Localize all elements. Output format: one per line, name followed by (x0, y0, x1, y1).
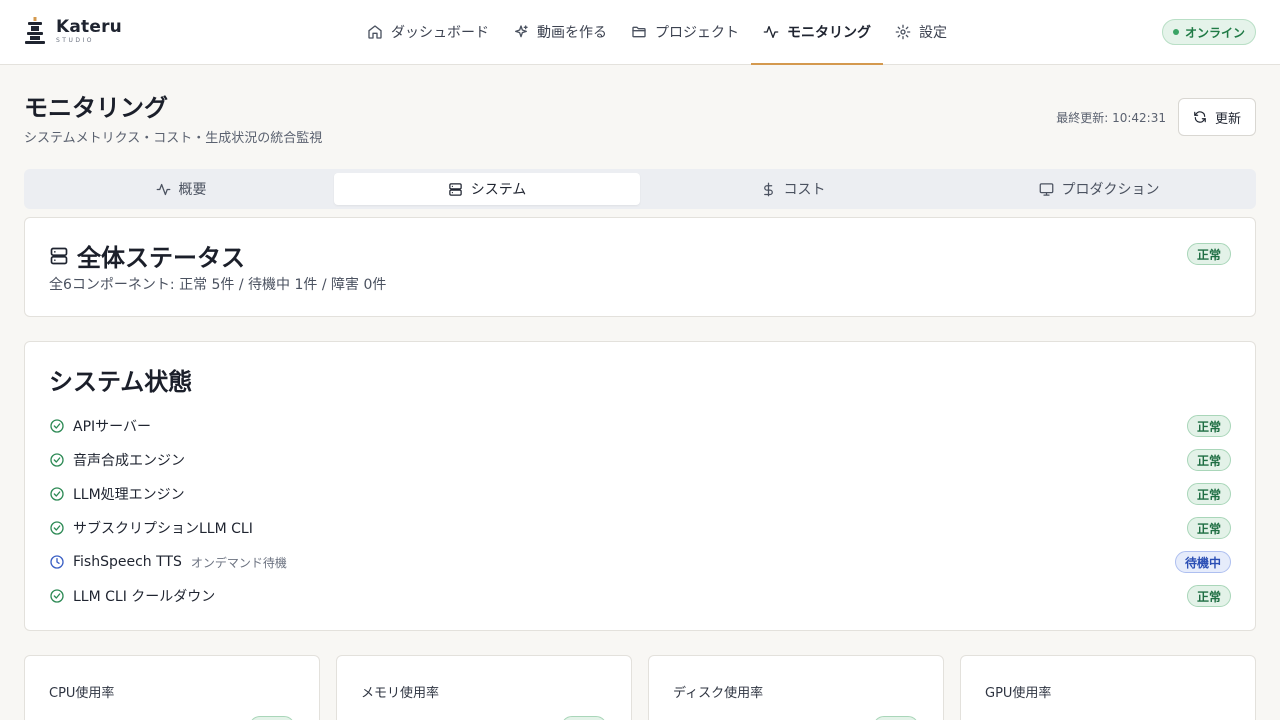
metric-label: ディスク使用率 (673, 686, 764, 701)
status-badge: 待機中 (1174, 551, 1231, 573)
tab-label: コスト (783, 182, 826, 198)
status-badge: 正常 (1186, 449, 1231, 471)
component-name: サブスクリプションLLM CLI (73, 521, 253, 537)
tab-label: プロダクション (1061, 182, 1160, 198)
overall-status-title-text: 全体ステータス (77, 244, 245, 272)
online-status-badge: オンライン (1161, 19, 1256, 45)
activity-icon (763, 26, 779, 38)
monitoring-tabs: 概要 システム コスト プロダクション (24, 169, 1256, 209)
list-item: APIサーバー 正常 (49, 409, 1231, 443)
brand-logo-icon (25, 17, 45, 44)
component-list: APIサーバー 正常 音声合成エンジン 正常 LLM処理エンジン 正常 サブスク… (49, 409, 1231, 613)
online-dot-icon (1172, 29, 1179, 35)
status-badge: 正常 (1186, 243, 1231, 265)
component-name: LLM処理エンジン (73, 487, 185, 503)
server-icon (50, 247, 68, 264)
metric-card-gpu: GPU使用率 (960, 655, 1256, 720)
home-icon (368, 25, 382, 39)
brand-name: Kateru (56, 16, 122, 37)
sparkles-icon (515, 25, 528, 38)
list-item: LLM CLI クールダウン 正常 (49, 579, 1231, 613)
nav-item-label: プロジェクト (655, 25, 739, 41)
status-badge: 正常 (1186, 585, 1231, 607)
nav-item-label: ダッシュボード (391, 25, 489, 41)
status-badge: 正常 (1186, 517, 1231, 539)
page-title: モニタリング (24, 94, 168, 122)
main-nav: ダッシュボード 動画を作る プロジェクト モニタリング 設定 (355, 0, 959, 65)
monitor-icon (1039, 182, 1053, 196)
component-note: オンデマンド待機 (190, 555, 287, 570)
refresh-button-label: 更新 (1214, 111, 1241, 127)
nav-item-label: モニタリング (787, 25, 871, 41)
nav-item-create-video[interactable]: 動画を作る (501, 0, 619, 64)
overall-status-card: 全体ステータス 全6コンポーネント: 正常 5件 / 待機中 1件 / 障害 0… (24, 217, 1256, 317)
refresh-icon (1194, 111, 1206, 123)
server-icon (448, 182, 462, 196)
system-state-card: システム状態 APIサーバー 正常 音声合成エンジン 正常 LLM処理エンジン … (24, 341, 1256, 631)
metric-card-memory: メモリ使用率 (336, 655, 632, 720)
component-name: APIサーバー (73, 419, 152, 435)
nav-item-label: 動画を作る (537, 25, 607, 41)
check-circle-icon (50, 521, 64, 535)
tab-system[interactable]: システム (334, 173, 640, 205)
top-bar: Kateru STUDIO ダッシュボード 動画を作る プロジェクト モニタリン… (0, 0, 1280, 65)
last-updated-timestamp: 最終更新: 10:42:31 (1056, 111, 1166, 125)
page-subtitle: システムメトリクス・コスト・生成状況の統合監視 (24, 131, 323, 146)
tab-overview[interactable]: 概要 (28, 173, 334, 205)
gear-icon (895, 24, 911, 40)
check-circle-icon (50, 487, 64, 501)
tab-label: システム (470, 182, 527, 198)
metric-label: CPU使用率 (49, 686, 115, 701)
check-circle-icon (50, 453, 64, 467)
list-item: 音声合成エンジン 正常 (49, 443, 1231, 477)
list-item: LLM処理エンジン 正常 (49, 477, 1231, 511)
status-badge: 正常 (1186, 415, 1231, 437)
tab-cost[interactable]: コスト (640, 173, 946, 205)
component-name: LLM CLI クールダウン (73, 589, 216, 605)
nav-item-dashboard[interactable]: ダッシュボード (355, 0, 501, 64)
metric-status-badge (561, 716, 607, 720)
system-state-title: システム状態 (49, 368, 193, 396)
component-name: 音声合成エンジン (73, 453, 185, 469)
nav-item-settings[interactable]: 設定 (883, 0, 959, 64)
metric-card-disk: ディスク使用率 (648, 655, 944, 720)
metric-label: GPU使用率 (985, 686, 1052, 701)
component-name: FishSpeech TTS (73, 554, 182, 570)
tab-label: 概要 (178, 182, 207, 198)
nav-item-monitoring[interactable]: モニタリング (751, 0, 883, 65)
metric-status-badge (873, 716, 919, 720)
list-item: FishSpeech TTS オンデマンド待機 待機中 (49, 545, 1231, 579)
tab-production[interactable]: プロダクション (946, 173, 1252, 205)
metric-label: メモリ使用率 (361, 686, 440, 701)
metric-card-cpu: CPU使用率 (24, 655, 320, 720)
nav-item-projects[interactable]: プロジェクト (619, 0, 751, 64)
status-badge: 正常 (1186, 483, 1231, 505)
brand[interactable]: Kateru STUDIO (24, 16, 122, 46)
check-circle-icon (50, 589, 64, 603)
online-status-label: オンライン (1184, 25, 1245, 40)
overall-status-summary: 全6コンポーネント: 正常 5件 / 待機中 1件 / 障害 0件 (49, 277, 387, 293)
activity-icon (156, 183, 170, 195)
metric-status-badge (249, 716, 295, 720)
overall-status-title: 全体ステータス (49, 238, 245, 273)
refresh-button[interactable]: 更新 (1178, 98, 1256, 136)
dollar-icon (763, 182, 773, 196)
list-item: サブスクリプションLLM CLI 正常 (49, 511, 1231, 545)
check-circle-icon (50, 419, 64, 433)
nav-item-label: 設定 (919, 25, 947, 41)
clock-icon (50, 555, 64, 569)
folder-icon (632, 26, 646, 38)
brand-subtitle: STUDIO (56, 36, 94, 44)
